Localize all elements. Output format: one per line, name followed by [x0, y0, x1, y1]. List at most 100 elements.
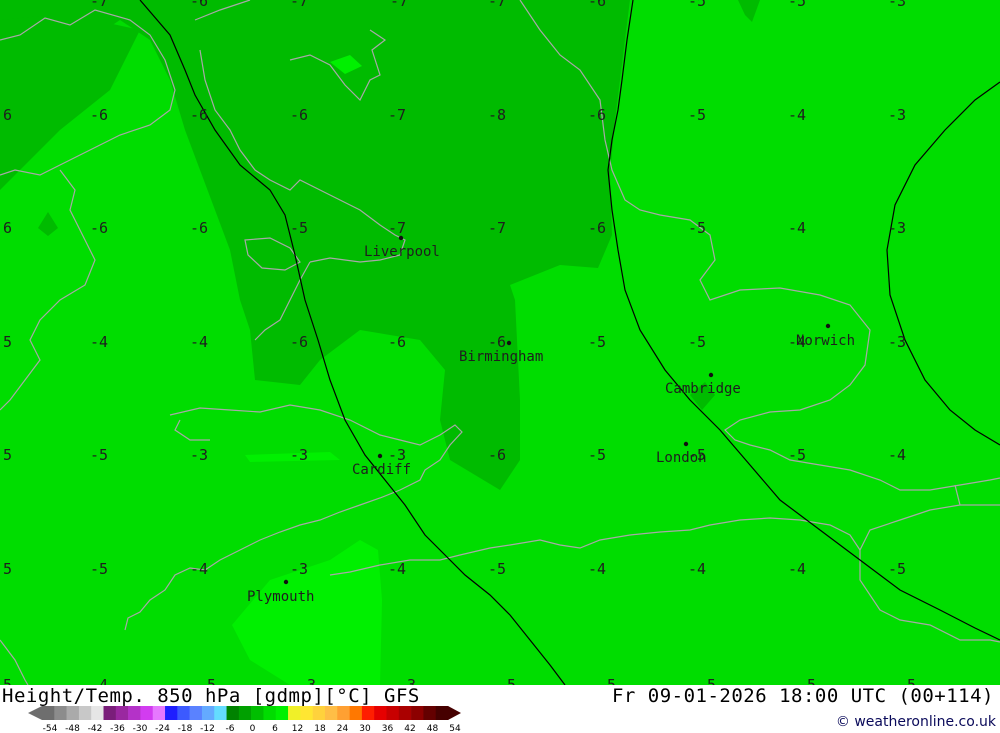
legend-swatch [128, 706, 141, 720]
legend-swatch [411, 706, 424, 720]
legend-ticks: -54 -48 -42 -36 -30 -24 -18 -12 -6 0 6 12 18 24 30 36 42… [43, 724, 461, 733]
grid-value: -7 [290, 0, 308, 10]
grid-value: -5 [688, 0, 706, 10]
legend-swatch [115, 706, 129, 720]
legend-tick-label: 12 [292, 724, 303, 733]
grid-value: -5 [688, 219, 706, 237]
legend-swatch [189, 706, 203, 720]
grid-value: -3 [398, 676, 416, 685]
city-dot-plymouth [283, 579, 289, 585]
grid-value: -6 [290, 106, 308, 124]
legend-tick-label: -6 [226, 724, 235, 733]
grid-value: -6 [190, 0, 208, 10]
legend-tick-label: 6 [272, 724, 278, 733]
grid-value: -7 [390, 0, 408, 10]
legend-tick-label: -24 [155, 724, 170, 733]
legend-swatch [374, 706, 387, 720]
legend-swatch [435, 706, 449, 720]
grid-value: 5 [3, 560, 12, 578]
grid-value: -3 [888, 219, 906, 237]
grid-value: -3 [888, 106, 906, 124]
legend-swatch [361, 706, 375, 720]
legend-swatch [201, 706, 215, 720]
grid-value: -4 [90, 676, 108, 685]
legend-tick-label: 36 [382, 724, 394, 733]
legend-swatch [177, 706, 190, 720]
grid-value: 6 [3, 106, 12, 124]
grid-value: -5 [898, 676, 916, 685]
grid-value: -4 [888, 446, 906, 464]
grid-value: 5 [3, 446, 12, 464]
legend-swatch [288, 706, 301, 720]
grid-value: -5 [798, 676, 816, 685]
grid-value: -8 [488, 106, 506, 124]
grid-value: -6 [588, 106, 606, 124]
grid-value: -7 [488, 219, 506, 237]
legend-swatch [42, 706, 55, 720]
grid-value: -5 [598, 676, 616, 685]
grid-value: -5 [588, 446, 606, 464]
legend-swatch [66, 706, 80, 720]
legend-swatch [251, 706, 264, 720]
city-dot-cardiff [377, 453, 383, 459]
legend-swatch [214, 706, 227, 720]
grid-value: -6 [488, 446, 506, 464]
grid-value: -5 [788, 446, 806, 464]
grid-value: 5 [3, 676, 12, 685]
grid-value: -6 [90, 106, 108, 124]
legend-swatch [140, 706, 154, 720]
grid-value: -6 [388, 333, 406, 351]
grid-value: 6 [3, 219, 12, 237]
grid-value: -5 [688, 106, 706, 124]
legend-swatch [226, 706, 240, 720]
city-label: Liverpool [364, 244, 440, 260]
grid-value: -3 [888, 333, 906, 351]
legend-tick-label: -18 [178, 724, 193, 733]
legend-swatch [78, 706, 92, 720]
legend-swatch [349, 706, 363, 720]
grid-value: -5 [788, 0, 806, 10]
legend-tick-label: 0 [250, 724, 256, 733]
legend-tick-label: 18 [314, 724, 326, 733]
legend-tick-label: 30 [359, 724, 371, 733]
grid-value: -4 [788, 560, 806, 578]
grid-value: -4 [388, 560, 406, 578]
grid-value: -3 [888, 0, 906, 10]
grid-value: -3 [388, 446, 406, 464]
city-label: Cardiff [352, 462, 411, 478]
legend-tick-label: -30 [133, 724, 148, 733]
grid-value: -3 [290, 560, 308, 578]
legend-tick-label: -54 [43, 724, 58, 733]
legend-tick-label: -12 [200, 724, 215, 733]
grid-value: -6 [290, 333, 308, 351]
grid-value: -4 [788, 333, 806, 351]
forecast-datetime: Fr 09-01-2026 18:00 UTC (00+114) [611, 685, 994, 707]
map-canvas: Liverpool Birmingham Norwich Cambridge L… [0, 0, 1000, 685]
legend-swatch [275, 706, 289, 720]
weather-map: Liverpool Birmingham Norwich Cambridge L… [0, 0, 1000, 685]
credit-link[interactable]: © weatheronline.co.uk [836, 714, 996, 730]
legend-tick-label: -42 [88, 724, 103, 733]
legend-swatch [152, 706, 166, 720]
grid-value: -5 [498, 676, 516, 685]
grid-value: -5 [588, 333, 606, 351]
legend-swatch [238, 706, 252, 720]
legend-swatch [165, 706, 178, 720]
city-label: Plymouth [247, 589, 314, 605]
grid-value: -5 [888, 560, 906, 578]
grid-value: -7 [488, 0, 506, 10]
legend-tick-label: 24 [337, 724, 349, 733]
legend-right-arrow [448, 706, 461, 720]
legend-swatch [423, 706, 436, 720]
legend-swatch [324, 706, 338, 720]
legend-swatch [91, 706, 104, 720]
grid-value: -4 [788, 106, 806, 124]
grid-value: -5 [688, 333, 706, 351]
legend-swatch [337, 706, 350, 720]
grid-value: -4 [190, 560, 208, 578]
grid-value: -3 [190, 446, 208, 464]
grid-value: -3 [298, 676, 316, 685]
grid-value: -4 [190, 333, 208, 351]
grid-value: -6 [588, 219, 606, 237]
grid-value: -4 [90, 333, 108, 351]
